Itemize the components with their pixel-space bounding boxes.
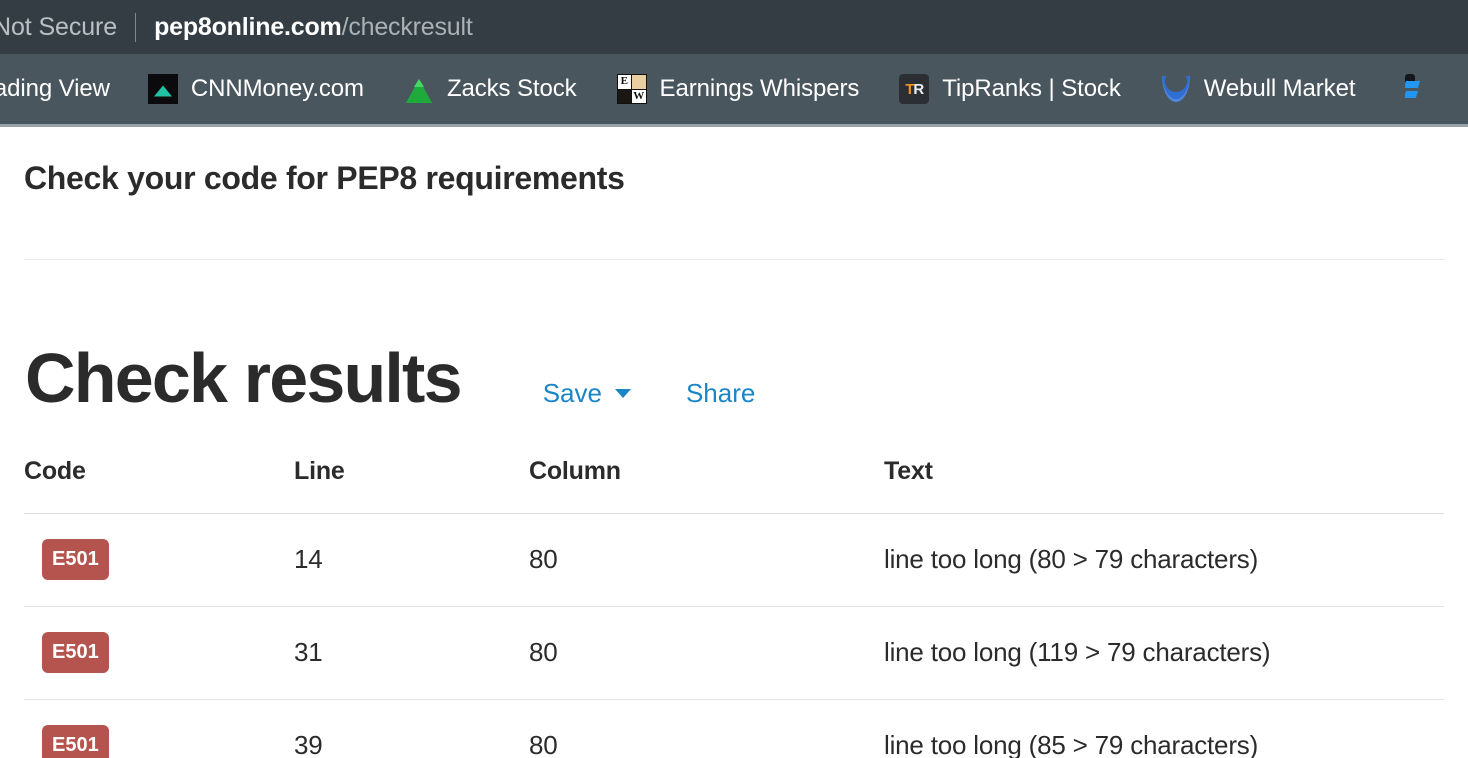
ew-ear-glyph bbox=[617, 89, 632, 103]
share-label: Share bbox=[685, 378, 756, 408]
url-path: /checkresult bbox=[341, 12, 473, 41]
share-button[interactable]: Share bbox=[686, 378, 755, 409]
clipped-bookmark-icon-cap bbox=[1405, 74, 1416, 82]
results-header: Check results Save Share bbox=[25, 260, 1444, 413]
results-table: Code Line Column Text E501 14 80 line to… bbox=[24, 457, 1444, 758]
bookmark-overflow-item[interactable] bbox=[1405, 54, 1435, 124]
column-header-code[interactable]: Code bbox=[24, 457, 294, 514]
table-row: E501 39 80 line too long (85 > 79 charac… bbox=[24, 699, 1444, 758]
results-table-head: Code Line Column Text bbox=[24, 457, 1444, 514]
ew-letter-e: E bbox=[617, 75, 632, 89]
page-content: Check your code for PEP8 requirements Ch… bbox=[0, 127, 1468, 758]
column-header-line[interactable]: Line bbox=[294, 457, 529, 514]
results-actions: Save Share bbox=[543, 378, 756, 409]
status-badge: E501 bbox=[42, 539, 109, 580]
status-badge: E501 bbox=[42, 725, 109, 758]
cell-line: 14 bbox=[294, 513, 529, 607]
bookmark-label: TipRanks | Stock bbox=[942, 75, 1121, 102]
bookmark-label: Zacks Stock bbox=[446, 75, 577, 102]
column-header-text[interactable]: Text bbox=[884, 457, 1444, 514]
bookmark-cnnmoney[interactable]: CNNMoney.com bbox=[147, 54, 364, 124]
bookmark-trading-view[interactable]: rading View bbox=[0, 54, 110, 124]
earnings-whispers-icon: E W bbox=[616, 74, 647, 104]
table-header-row: Code Line Column Text bbox=[24, 457, 1444, 514]
url-divider bbox=[135, 12, 137, 42]
bookmark-zacks-stock[interactable]: Zacks Stock bbox=[404, 54, 577, 124]
table-row: E501 14 80 line too long (80 > 79 charac… bbox=[24, 513, 1444, 607]
browser-address-bar[interactable]: Not Secure pep8online.com /checkresult bbox=[0, 0, 1468, 54]
results-title: Check results bbox=[25, 339, 463, 417]
security-status-label: Not Secure bbox=[0, 12, 118, 41]
tipranks-letter-r: R bbox=[913, 80, 924, 98]
bookmark-label: Earnings Whispers bbox=[659, 75, 860, 102]
save-dropdown-button[interactable]: Save bbox=[543, 378, 631, 409]
cell-line: 39 bbox=[294, 699, 529, 758]
table-row: E501 31 80 line too long (119 > 79 chara… bbox=[24, 606, 1444, 700]
save-label: Save bbox=[542, 378, 602, 408]
bookmark-label: CNNMoney.com bbox=[190, 75, 364, 102]
bookmark-earnings-whispers[interactable]: E W Earnings Whispers bbox=[616, 54, 860, 124]
cell-text: line too long (80 > 79 characters) bbox=[884, 513, 1444, 607]
results-table-body: E501 14 80 line too long (80 > 79 charac… bbox=[24, 513, 1444, 758]
chevron-down-icon bbox=[614, 389, 631, 398]
bookmark-tipranks[interactable]: TR TipRanks | Stock bbox=[899, 54, 1121, 124]
tipranks-icon: TR bbox=[899, 74, 930, 104]
bookmark-label: rading View bbox=[0, 75, 110, 102]
cell-column: 80 bbox=[529, 513, 884, 607]
cell-line: 31 bbox=[294, 606, 529, 700]
ew-letter-w: W bbox=[632, 89, 646, 103]
bookmark-webull-market[interactable]: Webull Market bbox=[1161, 54, 1356, 124]
bookmark-label: Webull Market bbox=[1203, 75, 1356, 102]
bookmarks-bar: rading View CNNMoney.com Zacks Stock E W… bbox=[0, 54, 1468, 127]
url-host: pep8online.com bbox=[154, 12, 342, 41]
zacks-icon bbox=[404, 74, 434, 104]
cell-code: E501 bbox=[24, 513, 294, 607]
cnnmoney-icon bbox=[147, 74, 178, 104]
clipped-bookmark-icon bbox=[1405, 74, 1435, 104]
column-header-column[interactable]: Column bbox=[529, 457, 884, 514]
cell-column: 80 bbox=[529, 606, 884, 700]
url-display[interactable]: Not Secure pep8online.com /checkresult bbox=[0, 12, 473, 42]
cell-column: 80 bbox=[529, 699, 884, 758]
status-badge: E501 bbox=[42, 632, 109, 673]
page-title: Check your code for PEP8 requirements bbox=[24, 160, 625, 196]
cell-text: line too long (85 > 79 characters) bbox=[884, 699, 1444, 758]
cell-text: line too long (119 > 79 characters) bbox=[884, 606, 1444, 700]
ew-face-glyph bbox=[632, 75, 646, 89]
webull-icon bbox=[1161, 70, 1191, 104]
cell-code: E501 bbox=[24, 606, 294, 700]
tipranks-letter-t: T bbox=[905, 80, 914, 98]
cell-code: E501 bbox=[24, 699, 294, 758]
browser-chrome: Not Secure pep8online.com /checkresult r… bbox=[0, 0, 1468, 127]
